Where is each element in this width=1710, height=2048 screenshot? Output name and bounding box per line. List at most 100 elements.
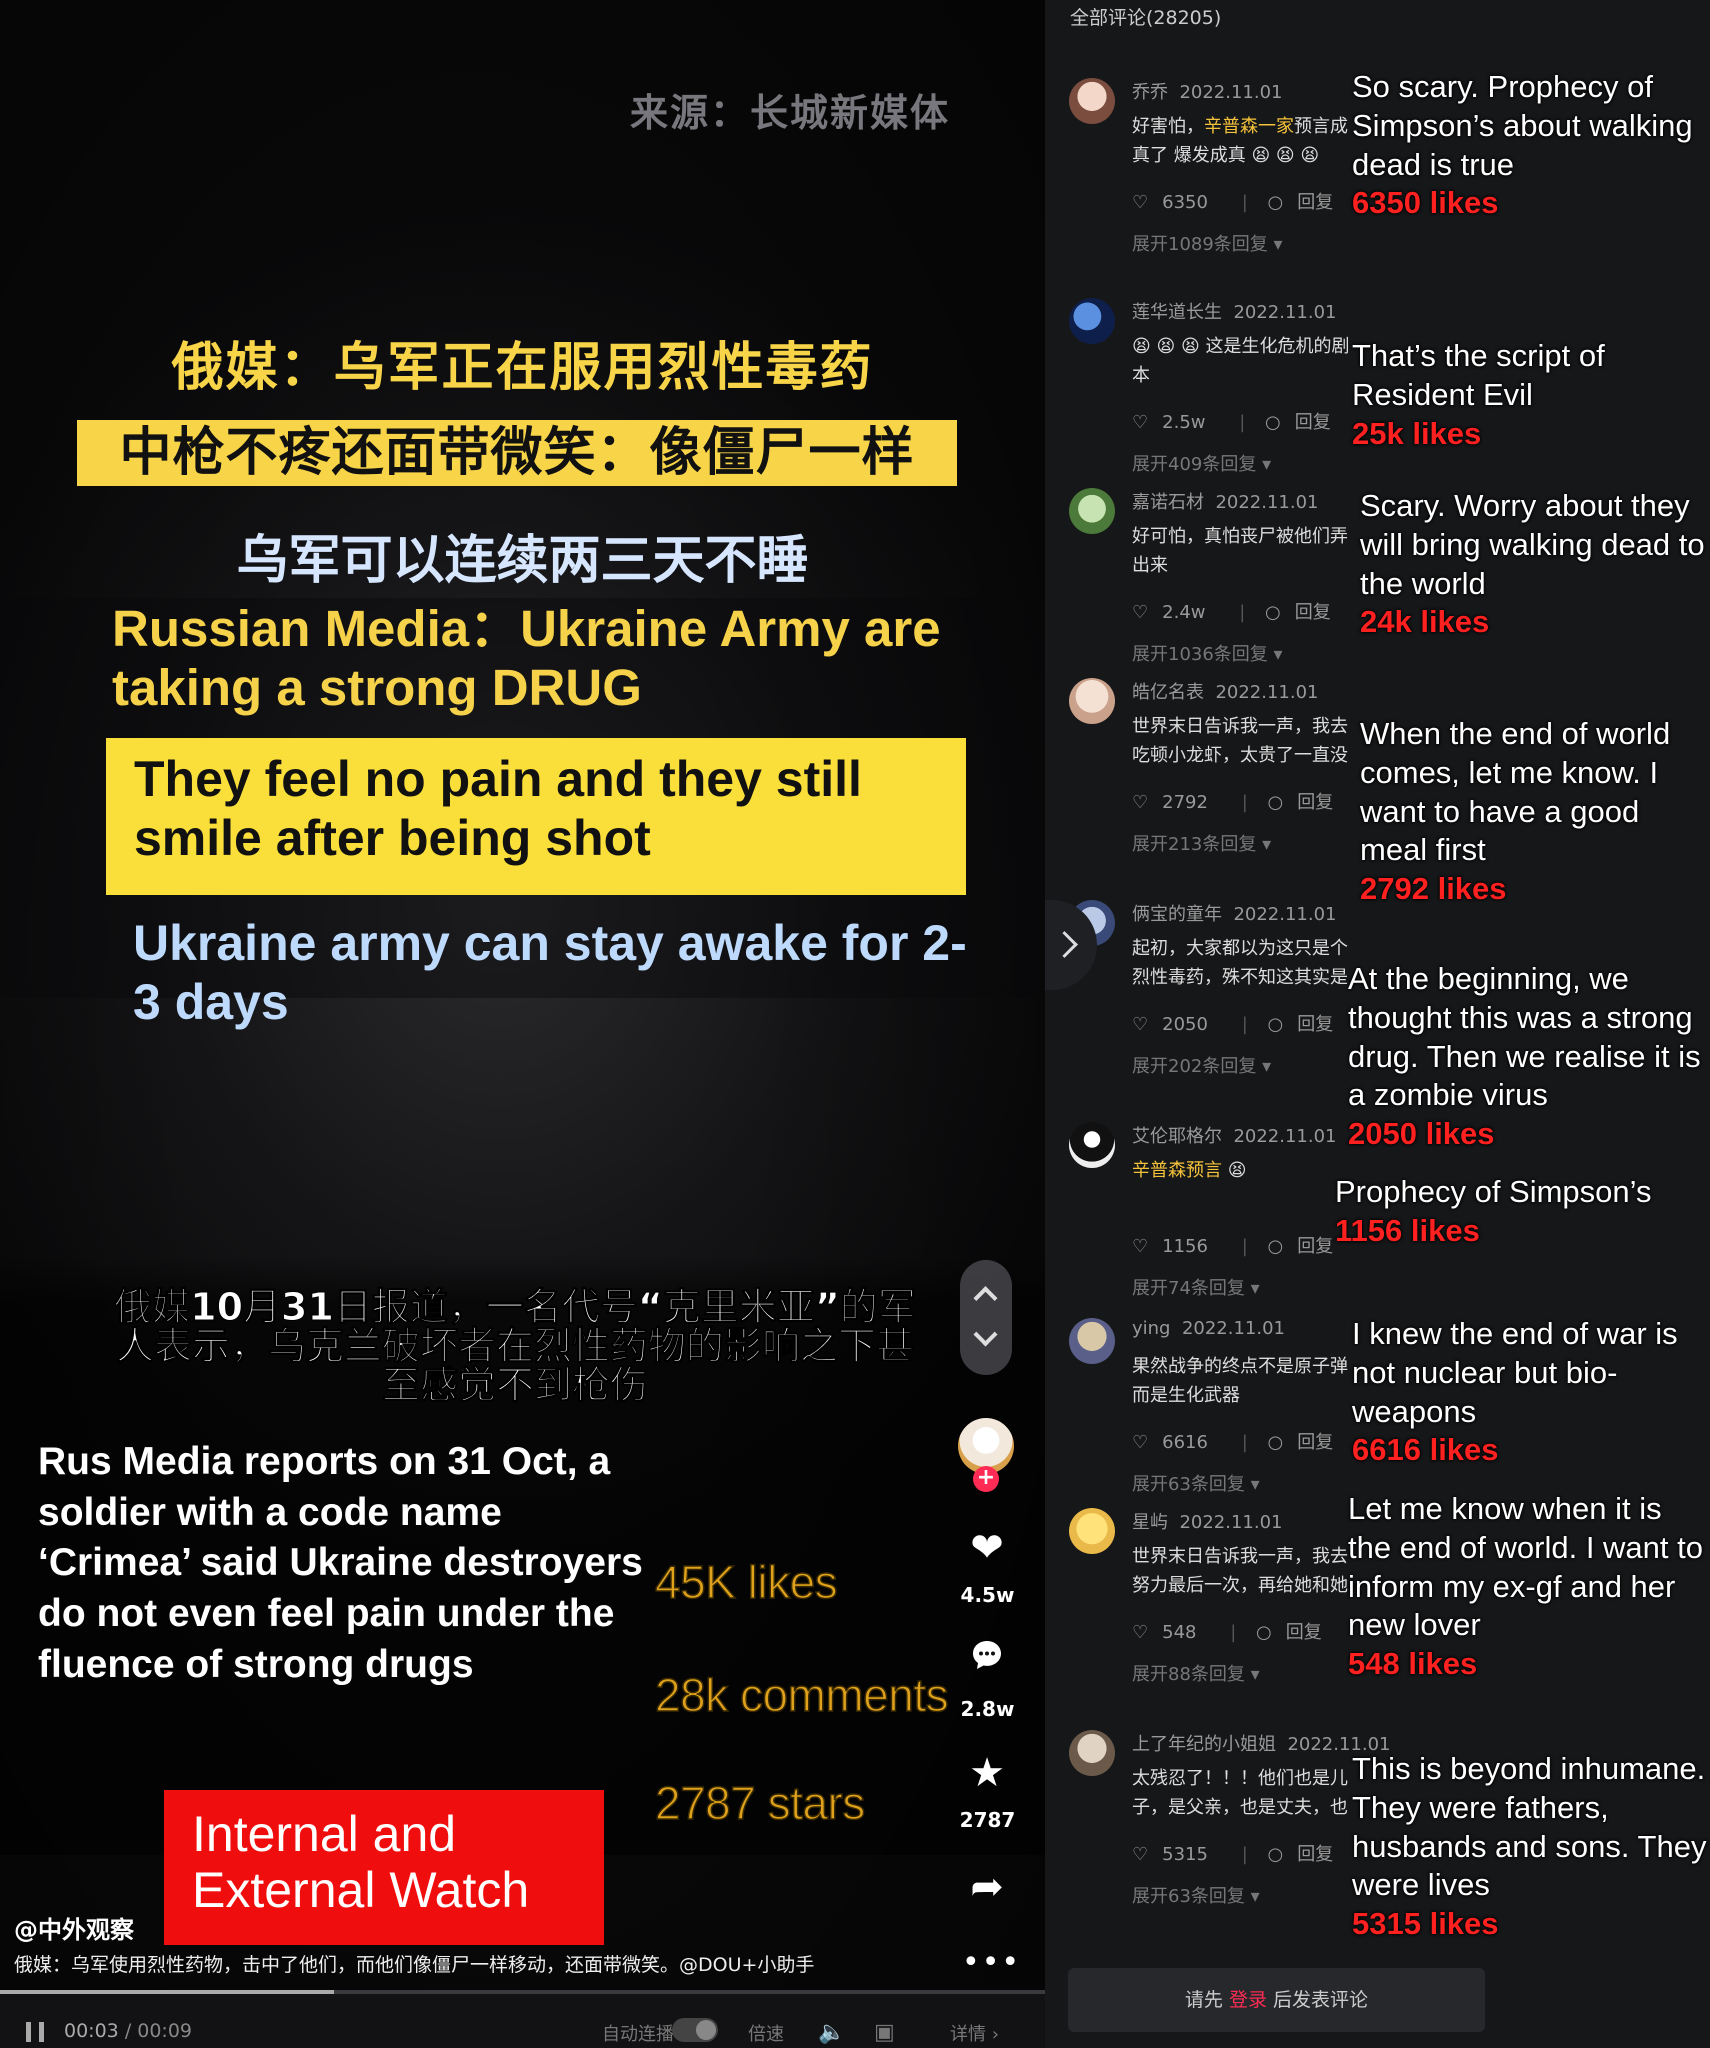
video-player[interactable]: 来源：长城新媒体 俄媒：乌军正在服用烈性毒药 中枪不疼还面带微笑：像僵尸一样 乌… xyxy=(0,0,1045,2048)
author-handle[interactable]: @中外观察 xyxy=(14,1910,134,1945)
action-divider: | xyxy=(1241,192,1248,213)
expand-replies-link[interactable]: 展开1036条回复 ▾ xyxy=(1132,640,1283,666)
comment-like-button[interactable]: ♡ 2050 xyxy=(1132,1014,1222,1035)
follow-plus-icon[interactable]: + xyxy=(973,1466,999,1492)
details-button[interactable]: 详情 › xyxy=(950,2020,999,2046)
expand-replies-link[interactable]: 展开88条回复 ▾ xyxy=(1132,1660,1260,1686)
comment-like-button[interactable]: ♡ 2792 xyxy=(1132,792,1222,813)
comment-like-button[interactable]: ♡ 2.4w xyxy=(1132,602,1220,623)
login-link[interactable]: 登录 xyxy=(1229,1989,1267,2011)
chevron-up-icon[interactable] xyxy=(973,1286,998,1311)
expand-replies-label: 展开1089条回复 xyxy=(1132,234,1268,255)
expand-replies-link[interactable]: 展开63条回复 ▾ xyxy=(1132,1470,1260,1496)
heart-outline-icon: ♡ xyxy=(1132,1432,1149,1453)
expand-replies-link[interactable]: 展开63条回复 ▾ xyxy=(1132,1882,1260,1908)
comment-icon[interactable] xyxy=(962,1636,1012,1682)
reply-button[interactable]: ○ 回复 xyxy=(1265,408,1345,434)
caret-down-icon: ▾ xyxy=(1250,1278,1260,1299)
expand-replies-link[interactable]: 展开202条回复 ▾ xyxy=(1132,1052,1271,1078)
expand-replies-link[interactable]: 展开1089条回复 ▾ xyxy=(1132,230,1283,256)
comment-text-a: 世界末日告诉我一声，我去吃顿小龙虾，太贵了一直没舍得吃 😭 xyxy=(1132,716,1348,766)
reply-bubble-icon: ○ xyxy=(1267,1236,1284,1257)
chevron-down-icon[interactable] xyxy=(973,1322,998,1347)
speed-button[interactable]: 倍速 xyxy=(748,2020,784,2046)
search-keyword-link[interactable]: 辛普森一家 xyxy=(1204,116,1294,137)
commenter-avatar[interactable] xyxy=(1069,1730,1115,1776)
share-icon[interactable]: ➦ xyxy=(962,1864,1012,1910)
translation-text: Scary. Worry about they will bring walki… xyxy=(1360,488,1705,601)
comment-date: 2022.11.01 xyxy=(1215,682,1319,703)
caret-down-icon: ▾ xyxy=(1262,454,1272,475)
action-divider: | xyxy=(1241,1014,1248,1035)
commenter-avatar[interactable] xyxy=(1069,78,1115,124)
action-divider: | xyxy=(1241,1844,1248,1865)
progress-bar[interactable] xyxy=(0,1990,1045,1994)
expand-replies-label: 展开88条回复 xyxy=(1132,1664,1245,1685)
reply-label: 回复 xyxy=(1297,1236,1334,1257)
expand-replies-link[interactable]: 展开409条回复 ▾ xyxy=(1132,450,1271,476)
video-description: 俄媒：乌军使用烈性药物，击中了他们，而他们像僵尸一样移动，还面带微笑。@DOU+… xyxy=(14,1954,815,1976)
comment-actions: ♡ 1156 | ○ 回复 xyxy=(1132,1232,1361,1258)
expand-replies-link[interactable]: 展开213条回复 ▾ xyxy=(1132,830,1271,856)
comment-like-count: 1156 xyxy=(1162,1236,1208,1257)
commenter-avatar[interactable] xyxy=(1069,678,1115,724)
commenter-avatar[interactable] xyxy=(1069,298,1115,344)
commenter-meta: ying 2022.11.01 xyxy=(1132,1318,1285,1339)
search-keyword-link[interactable]: 辛普森预言 xyxy=(1132,1160,1222,1181)
more-icon[interactable]: ••• xyxy=(962,1940,1019,1986)
commenter-avatar[interactable] xyxy=(1069,1508,1115,1554)
comment-like-button[interactable]: ♡ 1156 xyxy=(1132,1236,1222,1257)
comment-date: 2022.11.01 xyxy=(1179,82,1283,103)
commenter-name[interactable]: ying xyxy=(1132,1318,1171,1339)
commenter-meta: 艾伦耶格尔 2022.11.01 xyxy=(1132,1122,1337,1148)
translation-text: I knew the end of war is not nuclear but… xyxy=(1352,1316,1678,1429)
reply-button[interactable]: ○ 回复 xyxy=(1268,188,1348,214)
commenter-name[interactable]: 上了年纪的小姐姐 xyxy=(1132,1734,1276,1755)
commenter-name[interactable]: 乔乔 xyxy=(1132,82,1168,103)
translation-text: That’s the script of Resident Evil xyxy=(1352,338,1605,412)
comment-text: 太残忍了！！！他们也是儿子，是父亲，也是丈夫，也是活生生的生命！！！ xyxy=(1132,1765,1357,1825)
translation-likes: 2792 likes xyxy=(1360,871,1507,906)
commenter-meta: 俩宝的童年 2022.11.01 xyxy=(1132,900,1337,926)
reply-label: 回复 xyxy=(1297,192,1334,213)
comment-like-button[interactable]: ♡ 6616 xyxy=(1132,1432,1222,1453)
commenter-name[interactable]: 俩宝的童年 xyxy=(1132,904,1222,925)
reply-button[interactable]: ○ 回复 xyxy=(1265,598,1345,624)
commenter-name[interactable]: 艾伦耶格尔 xyxy=(1132,1126,1222,1147)
heart-icon[interactable]: ❤ xyxy=(962,1525,1012,1571)
star-icon[interactable]: ★ xyxy=(962,1750,1012,1796)
reply-button[interactable]: ○ 回复 xyxy=(1268,1010,1348,1036)
expand-replies-link[interactable]: 展开74条回复 ▾ xyxy=(1132,1274,1260,1300)
comment-date: 2022.11.01 xyxy=(1233,1126,1337,1147)
comment-text: 世界末日告诉我一声，我去吃顿小龙虾，太贵了一直没舍得吃 😭 xyxy=(1132,713,1357,773)
reply-button[interactable]: ○ 回复 xyxy=(1268,788,1348,814)
reply-button[interactable]: ○ 回复 xyxy=(1256,1618,1336,1644)
comment-like-button[interactable]: ♡ 5315 xyxy=(1132,1844,1222,1865)
login-to-comment-bar[interactable]: 请先 登录 后发表评论 xyxy=(1068,1968,1485,2032)
heart-outline-icon: ♡ xyxy=(1132,1014,1149,1035)
expand-replies-label: 展开1036条回复 xyxy=(1132,644,1268,665)
translation-text: This is beyond inhumane. They were fathe… xyxy=(1352,1751,1707,1903)
commenter-avatar[interactable] xyxy=(1069,488,1115,534)
reply-button[interactable]: ○ 回复 xyxy=(1268,1840,1348,1866)
comment-like-button[interactable]: ♡ 2.5w xyxy=(1132,412,1220,433)
comment-text: 好可怕，真怕丧尸被他们弄出来 xyxy=(1132,523,1357,583)
reply-button[interactable]: ○ 回复 xyxy=(1268,1428,1348,1454)
commenter-name[interactable]: 莲华道长生 xyxy=(1132,302,1222,323)
autoplay-toggle[interactable] xyxy=(672,2018,718,2042)
caret-down-icon: ▾ xyxy=(1273,234,1283,255)
comment-like-button[interactable]: ♡ 6350 xyxy=(1132,192,1222,213)
fullscreen-icon[interactable]: ▣ xyxy=(874,2020,895,2045)
reply-label: 回复 xyxy=(1297,1844,1334,1865)
comment-like-button[interactable]: ♡ 548 xyxy=(1132,1622,1211,1643)
volume-icon[interactable]: 🔈 xyxy=(818,2020,845,2045)
translation-likes: 25k likes xyxy=(1352,415,1482,451)
commenter-avatar[interactable] xyxy=(1069,1318,1115,1364)
commenter-name[interactable]: 嘉诺石材 xyxy=(1132,492,1204,513)
pause-icon[interactable] xyxy=(26,2022,44,2042)
commenter-name[interactable]: 皓亿名表 xyxy=(1132,682,1204,703)
comment-count: 2.8w xyxy=(960,1697,1015,1721)
comment-date: 2022.11.01 xyxy=(1233,904,1337,925)
commenter-avatar[interactable] xyxy=(1069,1122,1115,1168)
commenter-name[interactable]: 星屿 xyxy=(1132,1512,1168,1533)
